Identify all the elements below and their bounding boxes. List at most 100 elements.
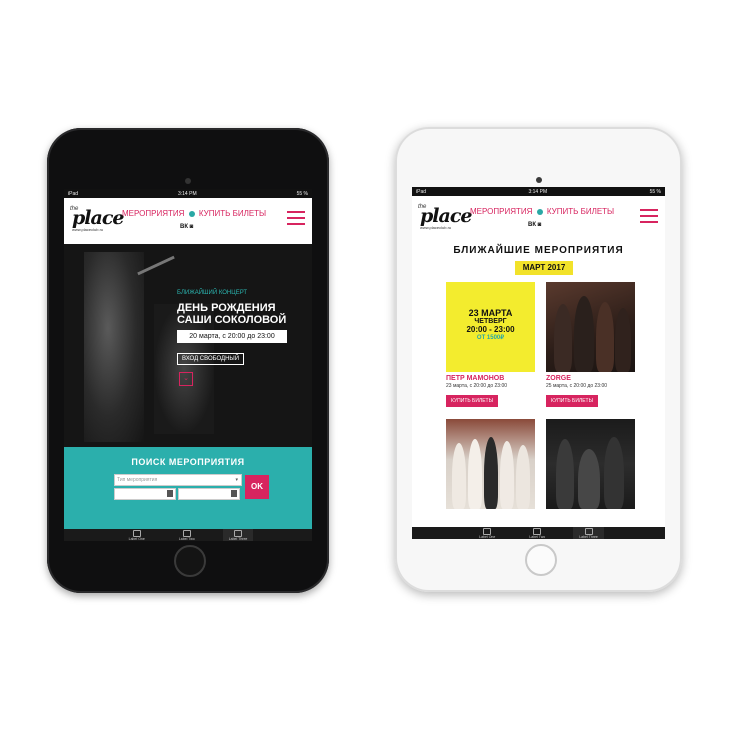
monitor-icon bbox=[584, 527, 593, 535]
event-poster: 23 МАРТА ЧЕТВЕРГ 20:00 - 23:00 ОТ 1500₽ bbox=[446, 282, 535, 372]
event-type-select[interactable]: Тип мероприятия ▾ bbox=[114, 474, 242, 486]
phone-icon bbox=[182, 529, 191, 537]
date-to-field[interactable] bbox=[178, 488, 240, 500]
tablet-black: iPad 3:14 PM 55 % the place www.placeclu… bbox=[47, 128, 329, 593]
screen-left: iPad 3:14 PM 55 % the place www.placeclu… bbox=[64, 189, 312, 541]
dot-icon bbox=[188, 211, 195, 217]
status-device: iPad bbox=[416, 188, 427, 195]
nav-tickets[interactable]: КУПИТЬ БИЛЕТЫ bbox=[547, 207, 614, 216]
hero-subtitle: БЛИЖАЙШИЙ КОНЦЕРТ bbox=[177, 290, 248, 296]
event-card[interactable] bbox=[546, 419, 635, 509]
event-date: 23 марта, с 20:00 до 23:00 bbox=[446, 383, 508, 389]
tab-one[interactable]: Label One bbox=[123, 529, 151, 541]
band-member bbox=[484, 437, 498, 509]
status-bar: iPad 3:14 PM 55 % bbox=[64, 189, 312, 198]
logo[interactable]: the place www.placeclub.ru bbox=[68, 206, 124, 232]
tab-three[interactable]: Label Three bbox=[573, 527, 604, 539]
tab-label: Label Two bbox=[529, 534, 546, 539]
status-time: 3:14 PM bbox=[177, 190, 197, 197]
band-member bbox=[554, 304, 572, 372]
events-title: БЛИЖАЙШИЕ МЕРОПРИЯТИЯ bbox=[453, 245, 624, 256]
calendar-icon bbox=[231, 490, 237, 497]
search-title: ПОИСК МЕРОПРИЯТИЯ bbox=[131, 457, 245, 467]
event-photo bbox=[546, 419, 635, 509]
date-from-field[interactable] bbox=[114, 488, 176, 500]
chevron-down-icon[interactable]: ⌄ bbox=[179, 372, 193, 386]
hero-title: ДЕНЬ РОЖДЕНИЯ САШИ СОКОЛОВОЙ bbox=[177, 302, 287, 326]
status-bar: iPad 3:14 PM 55 % bbox=[412, 187, 665, 196]
band-member bbox=[452, 443, 466, 509]
social-links: ВК ◙ bbox=[180, 224, 193, 230]
screen-right: iPad 3:14 PM 55 % the place www.placeclu… bbox=[412, 187, 665, 539]
gamepad-icon bbox=[483, 527, 492, 535]
tab-bar: Label One Label Two Label Three bbox=[64, 529, 312, 541]
vk-icon[interactable]: ВК bbox=[180, 224, 188, 230]
free-entry-button[interactable]: ВХОД СВОБОДНЫЙ bbox=[177, 353, 245, 365]
search-ok-button[interactable]: OK bbox=[245, 475, 269, 499]
instagram-icon[interactable]: ◙ bbox=[190, 224, 194, 230]
calendar-icon bbox=[167, 490, 173, 497]
logo-word: place bbox=[72, 207, 124, 229]
tab-label: Label Three bbox=[228, 536, 248, 541]
band-member bbox=[596, 302, 614, 372]
gamepad-icon bbox=[132, 529, 141, 537]
event-date: 25 марта, с 20:00 до 23:00 bbox=[546, 383, 608, 389]
logo-url: www.placeclub.ru bbox=[420, 225, 452, 230]
tab-bar: Label One Label Two Label Three bbox=[412, 527, 665, 539]
nav-events[interactable]: МЕРОПРИЯТИЯ bbox=[122, 209, 184, 218]
tab-label: Label One bbox=[479, 534, 496, 539]
vk-icon[interactable]: ВК bbox=[528, 222, 536, 228]
tab-two[interactable]: Label Two bbox=[173, 529, 201, 541]
poster-day: 23 МАРТА bbox=[468, 308, 513, 318]
hero-date: 20 марта, с 20:00 до 23:00 bbox=[177, 330, 287, 343]
hero-banner: БЛИЖАЙШИЙ КОНЦЕРТ ДЕНЬ РОЖДЕНИЯ САШИ СОК… bbox=[64, 244, 312, 447]
event-card[interactable] bbox=[446, 419, 535, 509]
home-button[interactable] bbox=[174, 545, 206, 577]
singer-photo bbox=[84, 252, 144, 442]
event-name[interactable]: ПЕТР МАМОНОВ bbox=[446, 375, 535, 382]
status-battery: 55 % bbox=[296, 190, 308, 197]
camera-icon bbox=[185, 178, 191, 184]
dot-icon bbox=[536, 209, 543, 215]
event-card[interactable]: 23 МАРТА ЧЕТВЕРГ 20:00 - 23:00 ОТ 1500₽ … bbox=[446, 282, 535, 407]
social-links: ВК ◙ bbox=[528, 222, 541, 228]
event-photo bbox=[546, 282, 635, 372]
instagram-icon[interactable]: ◙ bbox=[538, 222, 542, 228]
phone-icon bbox=[533, 527, 542, 535]
event-card[interactable]: ZORGE 25 марта, с 20:00 до 23:00 КУПИТЬ … bbox=[546, 282, 635, 407]
nav-events[interactable]: МЕРОПРИЯТИЯ bbox=[470, 207, 532, 216]
tab-label: Label One bbox=[128, 536, 145, 541]
band-member bbox=[516, 445, 530, 509]
band-member bbox=[574, 296, 594, 372]
poster-time: 20:00 - 23:00 bbox=[466, 325, 515, 334]
band-member bbox=[500, 441, 514, 509]
nav-tickets[interactable]: КУПИТЬ БИЛЕТЫ bbox=[199, 209, 266, 218]
logo-url: www.placeclub.ru bbox=[72, 227, 104, 232]
upcoming-events: БЛИЖАЙШИЕ МЕРОПРИЯТИЯ МАРТ 2017 23 МАРТА… bbox=[412, 242, 665, 524]
site-header: the place www.placeclub.ru МЕРОПРИЯТИЯ К… bbox=[412, 196, 665, 242]
event-photo bbox=[446, 419, 535, 509]
logo[interactable]: the place www.placeclub.ru bbox=[416, 204, 472, 230]
monitor-icon bbox=[234, 529, 243, 537]
hamburger-menu-icon[interactable] bbox=[640, 209, 658, 227]
tablet-white: iPad 3:14 PM 55 % the place www.placeclu… bbox=[395, 127, 682, 592]
status-time: 3:14 PM bbox=[528, 188, 548, 195]
event-search: ПОИСК МЕРОПРИЯТИЯ Тип мероприятия ▾ OK bbox=[64, 447, 312, 533]
home-button[interactable] bbox=[524, 544, 557, 576]
event-name[interactable]: ZORGE bbox=[546, 375, 635, 382]
chevron-down-icon: ▾ bbox=[235, 477, 238, 483]
buy-tickets-button[interactable]: КУПИТЬ БИЛЕТЫ bbox=[546, 395, 599, 407]
month-badge[interactable]: МАРТ 2017 bbox=[515, 261, 573, 275]
band-member bbox=[578, 449, 600, 509]
tab-one[interactable]: Label One bbox=[473, 527, 501, 539]
tab-three[interactable]: Label Three bbox=[222, 529, 254, 541]
status-battery: 55 % bbox=[649, 188, 661, 195]
tab-label: Label Three bbox=[579, 534, 598, 539]
hamburger-menu-icon[interactable] bbox=[287, 211, 305, 229]
tab-two[interactable]: Label Two bbox=[523, 527, 551, 539]
site-header: the place www.placeclub.ru МЕРОПРИЯТИЯ К… bbox=[64, 198, 312, 244]
buy-tickets-button[interactable]: КУПИТЬ БИЛЕТЫ bbox=[446, 395, 499, 407]
band-member bbox=[556, 439, 574, 509]
event-type-placeholder: Тип мероприятия bbox=[117, 477, 158, 483]
band-member bbox=[468, 439, 482, 509]
